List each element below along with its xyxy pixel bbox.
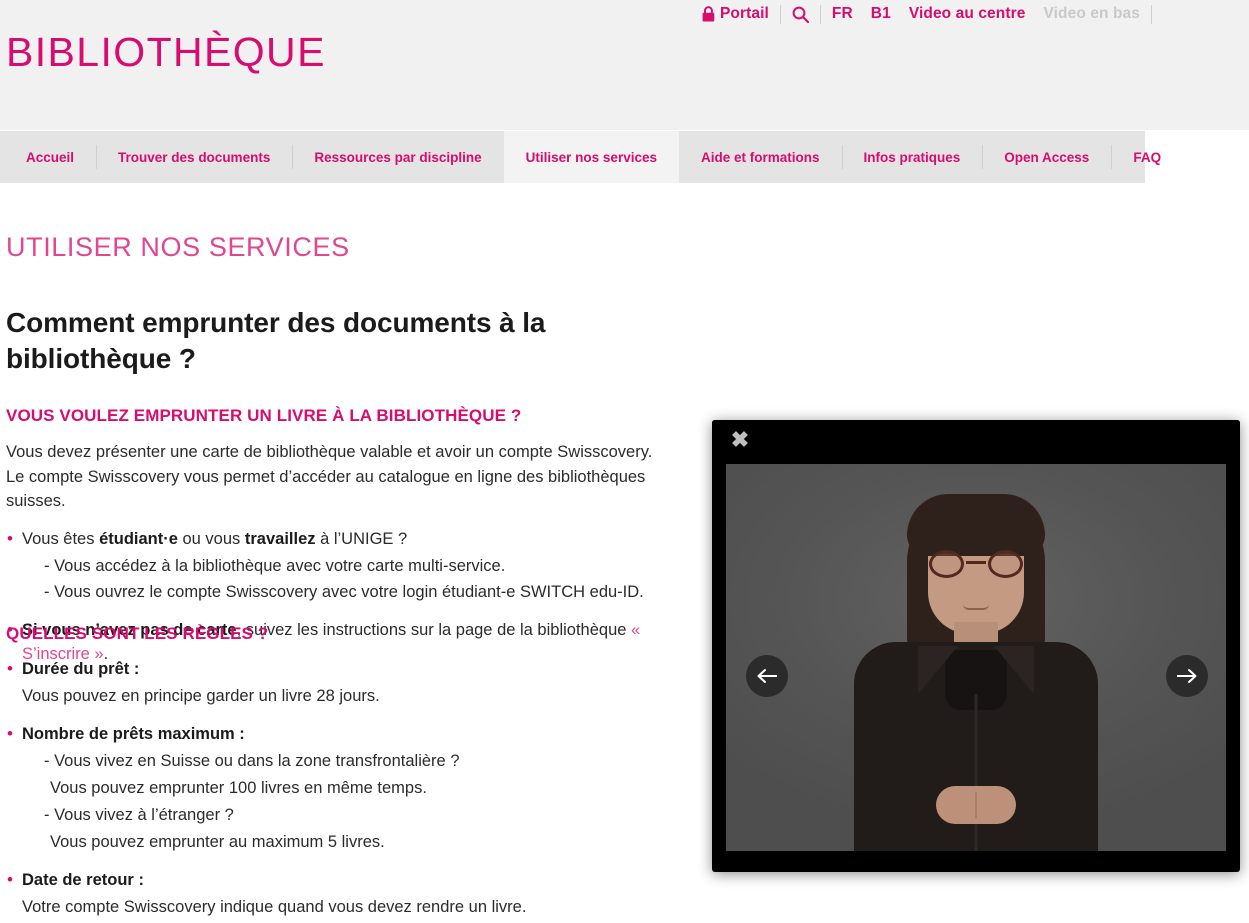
search-icon bbox=[792, 6, 809, 23]
nav-tab-ressources-par-discipline[interactable]: Ressources par discipline bbox=[292, 131, 503, 183]
list-item: - Vous accédez à la bibliothèque avec vo… bbox=[44, 556, 506, 575]
sign-language-video-panel: ✖ bbox=[712, 420, 1240, 872]
main-navigation: Accueil Trouver des documents Ressources… bbox=[0, 131, 1161, 183]
section-rules: QUELLES SONT LES RÈGLES ? Durée du prêt … bbox=[6, 624, 706, 923]
utility-separator bbox=[1151, 4, 1152, 24]
list-item: Durée du prêt : bbox=[6, 657, 706, 682]
search-button[interactable] bbox=[783, 6, 818, 23]
glasses-lens-right bbox=[988, 550, 1023, 578]
video-panel-topbar: ✖ bbox=[712, 420, 1240, 464]
nav-tab-utiliser-nos-services[interactable]: Utiliser nos services bbox=[503, 131, 679, 183]
list-item-bold-2: travaillez bbox=[244, 529, 316, 548]
list-item-text-post: à l’UNIGE ? bbox=[315, 529, 408, 548]
presenter-hands bbox=[936, 786, 1016, 824]
presenter-mouth bbox=[963, 604, 989, 610]
utility-separator bbox=[779, 4, 781, 24]
rule-label: Date de retour : bbox=[22, 870, 144, 889]
nav-tab-open-access[interactable]: Open Access bbox=[982, 131, 1111, 183]
next-video-button[interactable] bbox=[1166, 655, 1208, 697]
list-item-text-pre: Vous êtes bbox=[22, 529, 100, 548]
site-logo[interactable]: BIBLIOTHÈQUE bbox=[6, 32, 326, 73]
presenter-collar-right bbox=[994, 646, 1034, 694]
list-item-bold-1: étudiant·e bbox=[99, 529, 178, 548]
nav-tab-accueil[interactable]: Accueil bbox=[0, 131, 96, 183]
portail-link[interactable]: Portail bbox=[693, 6, 778, 22]
presenter-shirt-placket bbox=[974, 694, 978, 851]
video-bottom-button[interactable]: Video en bas bbox=[1034, 6, 1149, 22]
lock-icon bbox=[702, 6, 715, 22]
arrow-left-icon bbox=[756, 668, 778, 684]
list-item: Vous êtes étudiant·e ou vous travaillez … bbox=[6, 527, 706, 552]
nav-tab-faq[interactable]: FAQ bbox=[1111, 131, 1183, 183]
section-rules-list: Durée du prêt : Vous pouvez en principe … bbox=[6, 657, 706, 919]
section-borrow-paragraph-2: Le compte Swisscovery vous permet d’accé… bbox=[6, 467, 646, 511]
utility-bar: Portail FR B1 Video au centre Video en b… bbox=[693, 2, 1154, 26]
glasses-lens-left bbox=[929, 550, 964, 578]
glasses-bridge bbox=[966, 561, 986, 564]
section-borrow-heading: VOUS VOULEZ EMPRUNTER UN LIVRE À LA BIBL… bbox=[6, 406, 522, 425]
site-header: Portail FR B1 Video au centre Video en b… bbox=[0, 0, 1249, 130]
utility-separator bbox=[819, 4, 821, 24]
rule-label: Durée du prêt : bbox=[22, 660, 140, 679]
list-item-text-mid: ou vous bbox=[177, 529, 245, 548]
sign-language-presenter bbox=[726, 464, 1226, 851]
page-title: Comment emprunter des documents à la bib… bbox=[6, 307, 546, 374]
list-item: - Vous vivez à l’étranger ? bbox=[44, 806, 234, 824]
video-stage[interactable] bbox=[726, 464, 1226, 851]
list-item: Vous pouvez emprunter 100 livres en même… bbox=[50, 779, 427, 798]
nav-tab-trouver-des-documents[interactable]: Trouver des documents bbox=[96, 131, 292, 183]
nav-tab-infos-pratiques[interactable]: Infos pratiques bbox=[841, 131, 983, 183]
list-item: Vous pouvez en principe garder un livre … bbox=[22, 687, 380, 706]
rule-label: Nombre de prêts maximum : bbox=[22, 725, 245, 744]
list-item: - Vous ouvrez le compte Swisscovery avec… bbox=[44, 583, 644, 602]
presenter-hair-front bbox=[907, 494, 1045, 556]
list-item: Nombre de prêts maximum : bbox=[6, 722, 706, 747]
video-center-button[interactable]: Video au centre bbox=[900, 6, 1035, 22]
list-item: Votre compte Swisscovery indique quand v… bbox=[22, 897, 527, 916]
language-fr-button[interactable]: FR bbox=[823, 6, 862, 22]
list-item: Vous pouvez emprunter au maximum 5 livre… bbox=[50, 832, 385, 851]
arrow-right-icon bbox=[1176, 668, 1198, 684]
close-icon[interactable]: ✖ bbox=[727, 427, 753, 453]
nav-tab-aide-et-formations[interactable]: Aide et formations bbox=[679, 131, 842, 183]
portail-label: Portail bbox=[719, 5, 769, 23]
breadcrumb-eyebrow: UTILISER NOS SERVICES bbox=[6, 232, 350, 262]
list-item: - Vous vivez en Suisse ou dans la zone t… bbox=[44, 752, 460, 771]
presenter-collar-left bbox=[918, 646, 958, 694]
level-b1-button[interactable]: B1 bbox=[862, 6, 900, 22]
presenter-glasses bbox=[928, 550, 1024, 578]
section-rules-heading: QUELLES SONT LES RÈGLES ? bbox=[6, 624, 269, 643]
previous-video-button[interactable] bbox=[746, 655, 788, 697]
section-borrow-paragraph-1: Vous devez présenter une carte de biblio… bbox=[6, 443, 653, 462]
